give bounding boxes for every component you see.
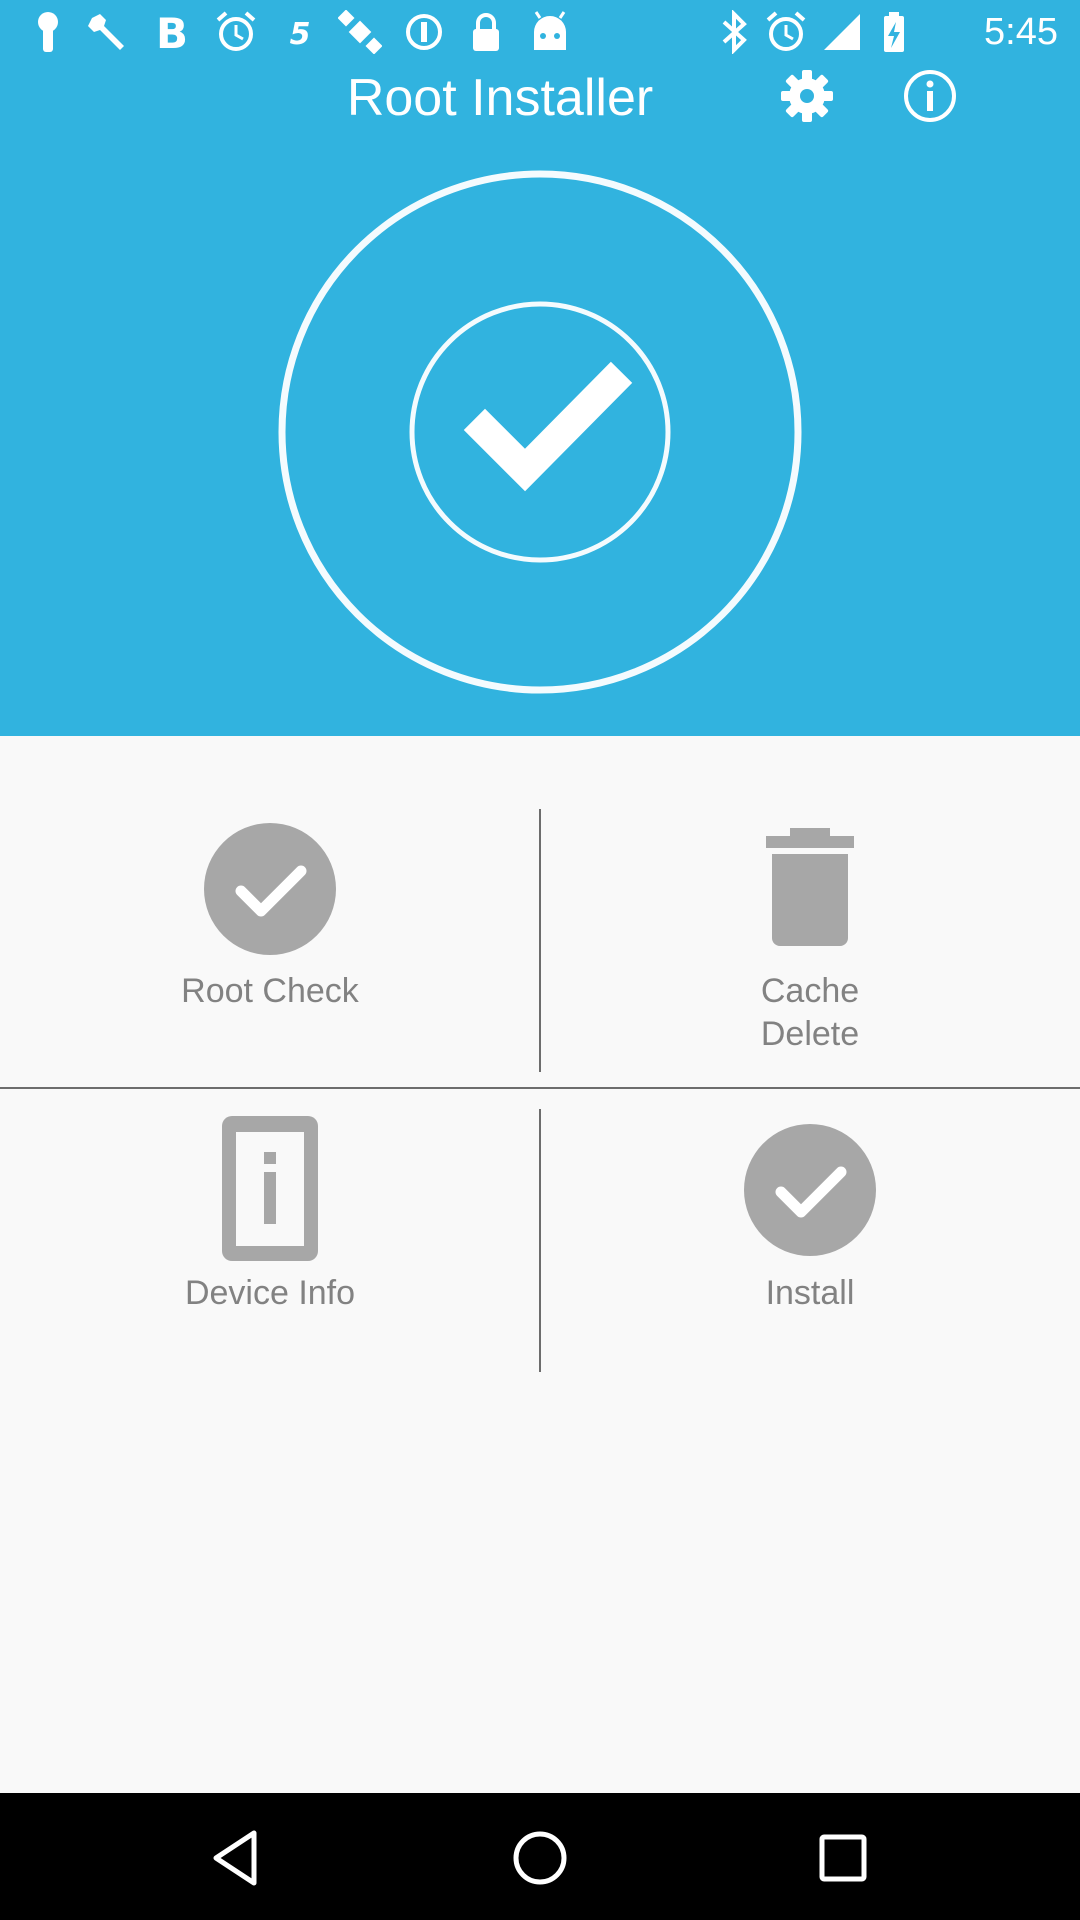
bold-b-icon: B (156, 10, 188, 54)
battery-charging-icon (884, 12, 904, 52)
lock-icon (473, 13, 499, 51)
gear-icon[interactable] (775, 64, 839, 128)
svg-text:5: 5 (290, 17, 311, 52)
bluetooth-icon (722, 10, 747, 54)
app-title: Root Installer (346, 69, 654, 127)
satellite-fake-gps-icon (338, 10, 382, 54)
info-circle-icon (406, 14, 442, 50)
root-check-label: Root Check (181, 972, 359, 1010)
alarm-icon (216, 11, 256, 51)
back-icon[interactable] (202, 1823, 272, 1893)
install-label: Install (765, 1274, 855, 1312)
device-info-icon (222, 1116, 318, 1261)
device-info-button[interactable]: Device Info (0, 1089, 540, 1389)
signal-icon (824, 14, 860, 50)
checkmark-circle-icon (278, 170, 802, 694)
install-button[interactable]: Install (540, 1089, 1080, 1389)
info-icon[interactable] (898, 64, 962, 128)
wrench-icon (88, 14, 124, 50)
five-icon: 5 (290, 17, 311, 52)
cache-delete-label: Cache Delete (760, 972, 860, 1053)
root-check-button[interactable]: Root Check (0, 736, 540, 1088)
divider (539, 809, 541, 1072)
keyhole-icon (38, 12, 58, 52)
clock: 5:45 (984, 11, 1058, 53)
android-icon (534, 11, 566, 50)
app-header: B 5 5:45 Root Installer (0, 0, 1080, 736)
svg-text:B: B (156, 10, 188, 54)
device-info-label: Device Info (184, 1274, 356, 1312)
recents-icon[interactable] (808, 1823, 878, 1893)
status-bar: B 5 5:45 (0, 0, 1080, 64)
navigation-bar (0, 1793, 1080, 1920)
check-circle-icon (204, 823, 336, 955)
check-circle-icon (744, 1124, 876, 1256)
trash-icon (766, 828, 854, 946)
home-icon[interactable] (505, 1823, 575, 1893)
alarm-icon (766, 11, 806, 51)
cache-delete-button[interactable]: Cache Delete (540, 736, 1080, 1088)
divider (539, 1109, 541, 1372)
